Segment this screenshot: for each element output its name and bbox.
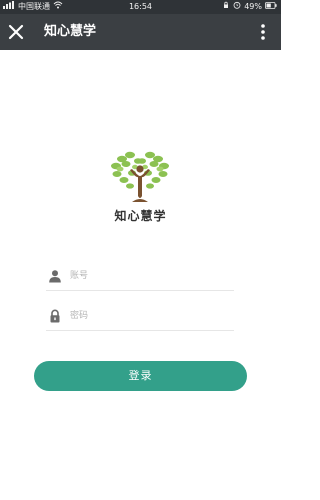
more-vertical-icon <box>261 24 265 40</box>
account-field <box>46 264 234 291</box>
close-button[interactable] <box>6 22 26 42</box>
status-right: 49% <box>222 0 277 14</box>
close-icon <box>8 24 24 40</box>
login-button[interactable]: 登录 <box>34 361 247 391</box>
account-input[interactable] <box>70 267 230 285</box>
page-title: 知心慧学 <box>44 24 97 39</box>
app-name: 知心慧学 <box>114 209 167 223</box>
password-field <box>46 304 234 331</box>
password-input[interactable] <box>70 307 230 325</box>
alarm-icon <box>233 0 241 14</box>
user-icon <box>48 268 62 283</box>
title-bar: 知心慧学 <box>0 14 281 50</box>
rotation-lock-icon <box>222 0 230 14</box>
battery-percent: 49% <box>244 2 262 11</box>
heart-tree-logo-icon <box>111 151 169 202</box>
more-button[interactable] <box>253 22 273 42</box>
status-bar: 中国联通 16:54 49% <box>0 0 281 14</box>
battery-icon <box>265 0 277 14</box>
lock-icon <box>48 308 62 323</box>
app-logo <box>108 150 172 206</box>
